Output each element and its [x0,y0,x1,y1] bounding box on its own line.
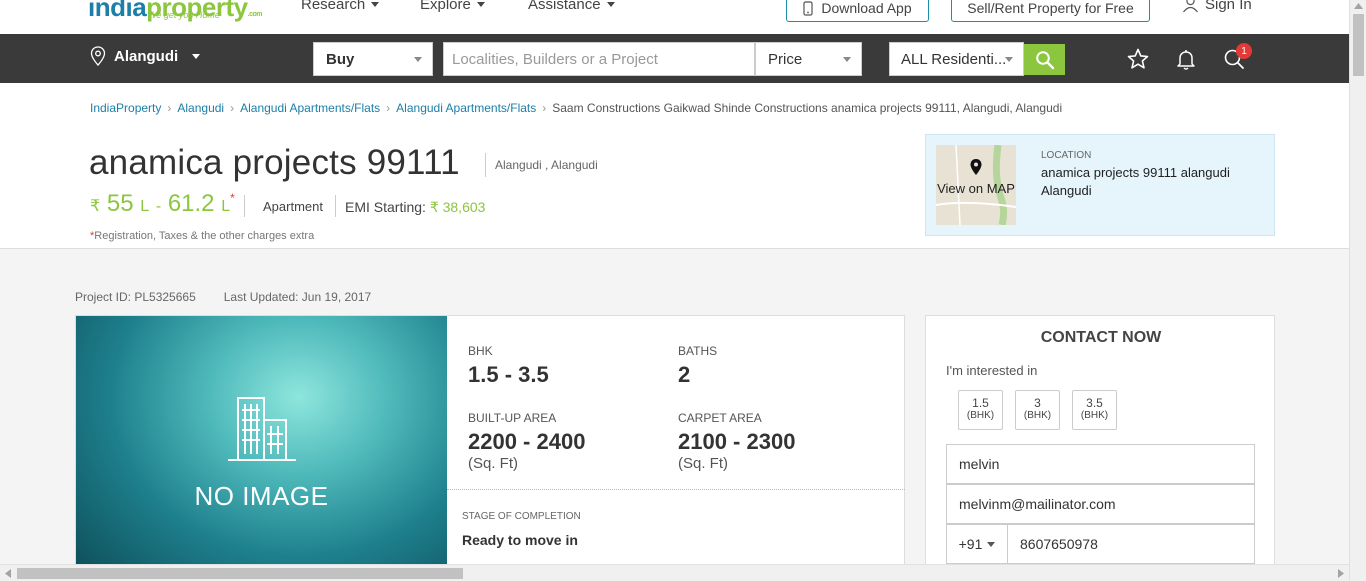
site-logo[interactable]: indiaproperty.com We get you Home [88,0,262,23]
nav-assistance[interactable]: Assistance [528,0,615,13]
interested-label: I'm interested in [946,363,1038,378]
bhk-option-3[interactable]: 3 (BHK) [1015,390,1060,430]
notification-badge: 1 [1236,43,1252,59]
user-icon [1183,0,1198,13]
project-locality: Alangudi , Alangudi [485,153,598,177]
chevron-down-icon [192,53,201,59]
emi-info: EMI Starting: ₹ 38,603 [335,195,485,217]
chevron-down-icon [476,2,485,7]
project-header: IndiaProperty › Alangudi › Alangudi Apartm… [0,83,1349,249]
scroll-right-arrow-icon[interactable] [1338,569,1344,578]
spec-baths: BATHS 2 [678,344,718,387]
map-pin-icon [970,159,982,175]
bhk-option-3-5[interactable]: 3.5 (BHK) [1072,390,1117,430]
contact-title: CONTACT NOW [1040,329,1162,346]
star-icon[interactable] [1126,47,1150,71]
chevron-down-icon [1005,57,1013,62]
search-icon [1035,50,1054,69]
project-image-placeholder: NO IMAGE [76,316,447,581]
stage-value: Ready to move in [462,532,578,548]
breadcrumb-home[interactable]: IndiaProperty [90,101,161,115]
stage-label: STAGE OF COMPLETION [462,511,581,522]
page-title: anamica projects 99111 [89,143,460,182]
nav-explore[interactable]: Explore [420,0,485,13]
project-meta: Project ID: PL5325665 Last Updated: Jun … [75,290,371,304]
phone-field[interactable] [1007,524,1255,564]
breadcrumb-current: Saam Constructions Gaikwad Shinde Constr… [552,101,1063,115]
location-value: anamica projects 99111 alangudi Alangudi [1041,165,1230,198]
spec-carpet-area: CARPET AREA 2100 - 2300 (Sq. Ft) [678,411,796,472]
breadcrumb-apartments[interactable]: Alangudi Apartments/Flats [240,101,380,115]
scroll-up-arrow-icon[interactable] [1354,3,1363,9]
divider [447,489,905,490]
price-dropdown[interactable]: Price [755,42,862,76]
registration-note: *Registration, Taxes & the other charges… [90,230,315,242]
building-icon [228,397,296,461]
breadcrumb-apartments-2[interactable]: Alangudi Apartments/Flats [396,101,536,115]
search-button[interactable] [1024,44,1065,75]
search-bar: Alangudi Buy Price ALL Residenti... [0,34,1349,83]
logo-tagline: We get you Home [148,10,220,20]
project-id: Project ID: PL5325665 [75,290,196,304]
country-code-dropdown[interactable]: +91 [946,524,1008,564]
scroll-left-arrow-icon[interactable] [5,569,11,578]
chevron-down-icon [606,2,615,7]
chevron-down-icon [843,57,851,62]
horizontal-scroll-thumb[interactable] [17,568,463,579]
mobile-icon [803,0,813,16]
bhk-option-1-5[interactable]: 1.5 (BHK) [958,390,1003,430]
location-box: View on MAP LOCATION anamica projects 99… [925,134,1275,236]
property-type-dropdown[interactable]: ALL Residenti... [889,42,1024,76]
no-image-label: NO IMAGE [194,481,329,511]
map-pin-icon [90,46,106,66]
price-range: ₹ 55 L - 61.2 L* [90,190,235,217]
name-field[interactable] [946,444,1255,484]
chevron-down-icon [987,541,996,547]
view-on-map-label: View on MAP [937,181,1015,196]
sell-rent-button[interactable]: Sell/Rent Property for Free [951,0,1150,22]
search-input[interactable] [443,42,755,76]
top-header: indiaproperty.com We get you Home Resear… [0,0,1349,34]
spec-built-up-area: BUILT-UP AREA 2200 - 2400 (Sq. Ft) [468,411,586,472]
email-field[interactable] [946,484,1255,524]
chevron-down-icon [414,57,422,62]
project-card: NO IMAGE BHK 1.5 - 3.5 BATHS 2 BUILT-UP … [75,315,905,581]
sign-in-link[interactable]: Sign In [1182,0,1252,13]
nav-research[interactable]: Research [301,0,380,13]
horizontal-scrollbar[interactable] [0,564,1349,581]
breadcrumb-city[interactable]: Alangudi [177,101,224,115]
last-updated: Last Updated: Jun 19, 2017 [223,290,372,304]
city-selector[interactable]: Alangudi [90,46,201,66]
view-on-map-button[interactable]: View on MAP [936,145,1016,225]
contact-form: CONTACT NOW I'm interested in 1.5 (BHK) 3… [925,315,1275,581]
property-type: Apartment [244,195,323,217]
spec-bhk: BHK 1.5 - 3.5 [468,344,549,387]
download-app-button[interactable]: Download App [786,0,929,22]
vertical-scroll-thumb[interactable] [1353,14,1364,76]
bell-icon[interactable] [1174,47,1198,71]
buy-dropdown[interactable]: Buy [313,42,433,76]
location-label: LOCATION [1041,150,1092,161]
vertical-scrollbar[interactable] [1349,0,1366,581]
chevron-down-icon [371,2,380,7]
breadcrumb: IndiaProperty › Alangudi › Alangudi Apartm… [90,101,1063,115]
